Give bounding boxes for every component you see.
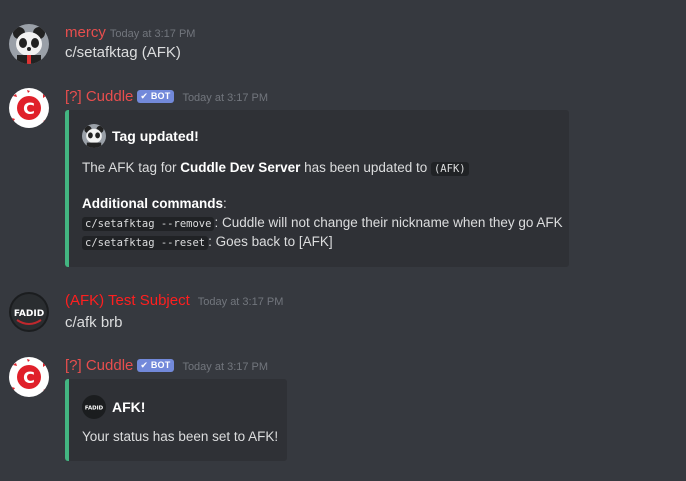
fadid-author-icon: FADID [82, 395, 106, 419]
fadid-logo-text: FADID [85, 405, 104, 411]
command-reset-line: c/setafktag --reset: Goes back to [AFK] [82, 234, 333, 250]
remove-command-desc: : Cuddle will not change their nickname … [214, 215, 563, 230]
panda-avatar-icon [9, 24, 49, 64]
message: mercy Today at 3:17 PM c/setafktag (AFK) [0, 22, 686, 72]
server-name: Cuddle Dev Server [180, 160, 301, 175]
message-header: mercy Today at 3:17 PM [65, 24, 195, 42]
avatar[interactable]: C [9, 357, 49, 397]
avatar[interactable]: C [9, 88, 49, 128]
panda-author-icon [82, 124, 106, 148]
username[interactable]: [?] Cuddle [65, 357, 133, 374]
embed-title: Tag updated! [112, 128, 199, 144]
message-text: c/afk brb [65, 314, 123, 331]
cuddle-bot-avatar-icon: C [9, 357, 49, 397]
bot-badge: ✔ BOT [137, 90, 175, 103]
additional-commands-heading: Additional commands: [82, 196, 227, 211]
timestamp: Today at 3:17 PM [182, 92, 269, 104]
embed-author: Tag updated! [82, 124, 199, 148]
message: C [?] Cuddle ✔ BOT Today at 3:17 PM FADID … [0, 355, 686, 465]
bot-badge: ✔ BOT [137, 359, 175, 372]
embed-text: The AFK tag for [82, 160, 181, 175]
embed: Tag updated! The AFK tag for Cuddle Dev … [65, 110, 569, 267]
fadid-avatar-icon: FADID [9, 292, 49, 332]
username[interactable]: [?] Cuddle [65, 88, 133, 105]
embed-description: The AFK tag for Cuddle Dev Server has be… [82, 160, 469, 176]
cuddle-bot-avatar-icon: C [9, 88, 49, 128]
message-header: [?] Cuddle ✔ BOT Today at 3:17 PM [65, 357, 268, 375]
reset-command-desc: : Goes back to [AFK] [208, 234, 333, 249]
afk-tag-code: (AFK) [430, 162, 469, 176]
avatar[interactable] [9, 24, 49, 64]
message: C [?] Cuddle ✔ BOT Today at 3:17 PM Tag up… [0, 86, 686, 271]
embed: FADID AFK! Your status has been set to A… [65, 379, 287, 461]
remove-command-code: c/setafktag --remove [82, 217, 215, 231]
reset-command-code: c/setafktag --reset [82, 236, 209, 250]
timestamp: Today at 3:17 PM [197, 296, 284, 308]
embed-author: FADID AFK! [82, 395, 145, 419]
embed-title: AFK! [112, 399, 146, 415]
svg-text:C: C [23, 368, 35, 387]
command-remove-line: c/setafktag --remove: Cuddle will not ch… [82, 215, 563, 231]
heading-colon: : [223, 196, 227, 211]
message-header: (AFK) Test Subject Today at 3:17 PM [65, 292, 283, 310]
avatar[interactable]: FADID [9, 292, 49, 332]
timestamp: Today at 3:17 PM [182, 361, 269, 373]
timestamp: Today at 3:17 PM [109, 28, 196, 40]
username[interactable]: (AFK) Test Subject [65, 292, 190, 309]
embed-text: has been updated to [300, 160, 431, 175]
message-header: [?] Cuddle ✔ BOT Today at 3:17 PM [65, 88, 268, 106]
svg-text:C: C [23, 99, 35, 118]
username[interactable]: mercy [65, 24, 106, 41]
embed-description: Your status has been set to AFK! [82, 429, 279, 444]
heading-text: Additional commands [82, 196, 224, 211]
message-text: c/setafktag (AFK) [65, 44, 181, 61]
fadid-logo-text: FADID [14, 309, 44, 319]
message: FADID (AFK) Test Subject Today at 3:17 PM… [0, 291, 686, 341]
